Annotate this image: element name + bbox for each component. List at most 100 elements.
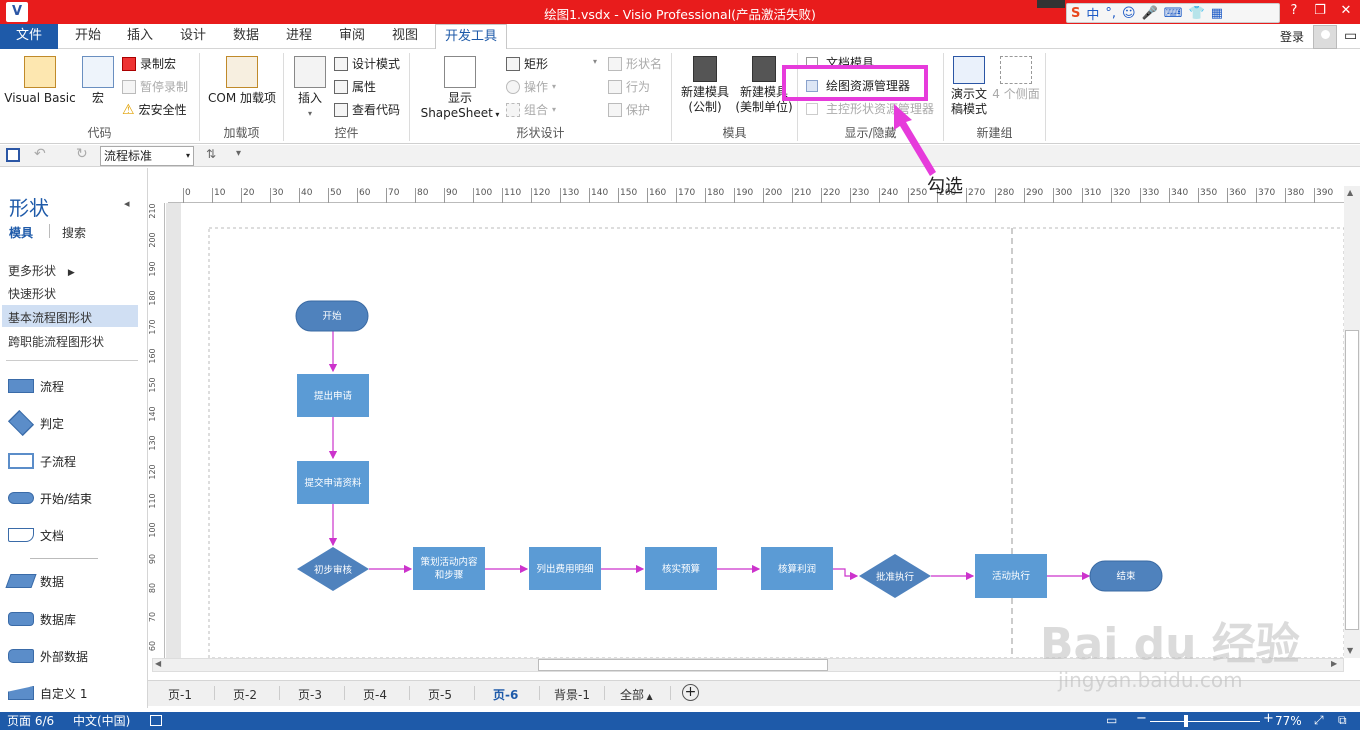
shape-document[interactable]: 文档 <box>8 524 64 546</box>
flow-execute[interactable]: 活动执行 <box>975 554 1047 598</box>
tab-search[interactable]: 搜索 <box>62 224 86 241</box>
scroll-down-icon[interactable]: ▼ <box>1347 646 1353 655</box>
page-tab-background-1[interactable]: 背景-1 <box>554 686 590 703</box>
punctuation-icon[interactable]: °, <box>1105 6 1116 21</box>
view-code-button[interactable]: 查看代码 <box>334 99 400 121</box>
emoji-icon[interactable]: ☺ <box>1122 6 1136 21</box>
cross-functional-stencil[interactable]: 跨职能流程图形状 <box>8 333 104 350</box>
switch-windows-icon[interactable]: ⧉ <box>1338 713 1347 728</box>
collapse-pane-icon[interactable]: ◂ <box>124 197 130 210</box>
design-mode-button[interactable]: 设计模式 <box>334 53 400 75</box>
macros-button[interactable]: 宏 <box>80 56 116 106</box>
signin-link[interactable]: 登录 <box>1280 28 1304 45</box>
rectangle-button[interactable]: 矩形 <box>506 53 548 75</box>
flow-plan[interactable]: 策划活动内容和步骤 <box>413 547 485 590</box>
page-tab-2[interactable]: 页-2 <box>233 686 257 703</box>
flow-profit[interactable]: 核算利润 <box>761 547 833 590</box>
redo-icon[interactable]: ↻ <box>76 146 88 162</box>
macro-record-icon[interactable] <box>150 715 162 726</box>
vertical-scroll-thumb[interactable] <box>1345 330 1359 630</box>
scroll-right-icon[interactable]: ▶ <box>1331 659 1337 668</box>
avatar[interactable] <box>1313 25 1337 49</box>
fit-page-icon[interactable]: ⤢ <box>1314 713 1324 728</box>
record-macro-button[interactable]: 录制宏 <box>122 53 176 75</box>
grid-icon[interactable]: ▦ <box>1211 6 1223 21</box>
keyboard-icon[interactable]: ⌨ <box>1164 6 1183 21</box>
flow-cost[interactable]: 列出费用明细 <box>529 547 601 590</box>
connector[interactable] <box>833 568 859 581</box>
skin-icon[interactable]: 👕 <box>1189 6 1205 21</box>
tab-design[interactable]: 设计 <box>171 24 215 49</box>
page-tab-1[interactable]: 页-1 <box>168 686 192 703</box>
zoom-slider-thumb[interactable] <box>1184 715 1188 727</box>
tab-process[interactable]: 进程 <box>277 24 321 49</box>
tab-insert[interactable]: 插入 <box>118 24 162 49</box>
scroll-up-icon[interactable]: ▲ <box>1347 188 1353 197</box>
four-sides-button[interactable]: 4 个侧面 <box>990 56 1042 102</box>
tab-home[interactable]: 开始 <box>66 24 110 49</box>
sogou-icon[interactable]: S <box>1071 6 1080 21</box>
tab-developer[interactable]: 开发工具 <box>435 24 507 50</box>
ime-toolbar[interactable]: S 中 °, ☺ 🎤 ⌨ 👕 ▦ <box>1066 3 1280 23</box>
show-shapesheet-button[interactable]: 显示 ShapeSheet ▾ <box>418 56 502 122</box>
scroll-left-icon[interactable]: ◀ <box>155 659 161 668</box>
help-button[interactable]: ? <box>1280 0 1308 24</box>
horizontal-scroll-thumb[interactable] <box>538 659 828 671</box>
status-page[interactable]: 页面 6/6 <box>7 712 54 730</box>
operation-button[interactable]: 操作 ▾ <box>506 76 556 98</box>
microphone-icon[interactable]: 🎤 <box>1142 6 1158 21</box>
zoom-level[interactable]: 77% <box>1275 712 1302 730</box>
undo-icon[interactable]: ↶ <box>34 146 46 162</box>
ribbon-options-icon[interactable]: ▭ <box>1344 28 1357 44</box>
flow-materials[interactable]: 提交申请资料 <box>297 461 369 504</box>
properties-button[interactable]: 属性 <box>334 76 376 98</box>
shape-data[interactable]: 数据 <box>5 570 64 592</box>
more-shapes-item[interactable]: 更多形状 ▶ <box>8 262 75 279</box>
status-language[interactable]: 中文(中国) <box>73 712 130 730</box>
shape-database[interactable]: 数据库 <box>8 608 76 630</box>
tab-stencils[interactable]: 模具 <box>9 224 33 241</box>
zoom-in-icon[interactable]: + <box>1263 711 1274 726</box>
presentation-mode-button[interactable]: 演示文 稿模式 <box>948 56 990 117</box>
insert-control-button[interactable]: 插入 ▾ <box>292 56 328 121</box>
shape-process[interactable]: 流程 <box>8 375 64 397</box>
flow-end[interactable]: 结束 <box>1089 560 1163 592</box>
shape-decision[interactable]: 判定 <box>7 409 64 437</box>
tab-data[interactable]: 数据 <box>224 24 268 49</box>
page-size-icon[interactable]: ⇅ <box>206 147 216 161</box>
flow-submit[interactable]: 提出申请 <box>297 374 369 417</box>
group-button[interactable]: 组合 ▾ <box>506 99 556 121</box>
customize-qat-icon[interactable]: ▾ <box>236 148 241 159</box>
presentation-view-icon[interactable]: ▭ <box>1106 713 1117 727</box>
shape-subprocess[interactable]: 子流程 <box>8 450 76 472</box>
shape-external-data[interactable]: 外部数据 <box>8 645 88 667</box>
page-tab-4[interactable]: 页-4 <box>363 686 387 703</box>
zoom-slider-track[interactable] <box>1150 721 1260 722</box>
new-stencil-metric-button[interactable]: 新建模具 (公制) <box>677 56 733 115</box>
tab-review[interactable]: 审阅 <box>330 24 374 49</box>
page-tab-all[interactable]: 全部 ▲ <box>620 686 653 703</box>
page-tab-6[interactable]: 页-6 <box>493 686 518 703</box>
pause-recording-button[interactable]: 暂停录制 <box>122 76 188 98</box>
rectangle-dropdown-icon[interactable]: ▾ <box>593 57 597 66</box>
visual-basic-button[interactable]: Visual Basic <box>4 56 76 106</box>
add-page-icon[interactable]: + <box>682 684 699 701</box>
theme-select[interactable]: 流程标准 ▾ <box>100 146 194 166</box>
com-addins-button[interactable]: COM 加载项 <box>204 56 280 106</box>
zoom-out-icon[interactable]: − <box>1136 711 1147 726</box>
page-tab-3[interactable]: 页-3 <box>298 686 322 703</box>
close-button[interactable]: ✕ <box>1332 0 1360 24</box>
save-icon[interactable] <box>6 148 20 162</box>
restore-button[interactable]: ❐ <box>1306 0 1334 24</box>
behavior-button[interactable]: 行为 <box>608 76 650 98</box>
macro-security-button[interactable]: ⚠ 宏安全性 <box>122 99 187 121</box>
flow-review[interactable]: 初步审核 <box>297 547 369 591</box>
quick-shapes-item[interactable]: 快速形状 <box>8 285 56 302</box>
ime-lang-toggle[interactable]: 中 <box>1086 4 1099 23</box>
shape-custom-1[interactable]: 自定义 1 <box>8 682 87 704</box>
flow-approve[interactable]: 批准执行 <box>859 554 931 598</box>
page-tab-5[interactable]: 页-5 <box>428 686 452 703</box>
basic-flowchart-stencil[interactable]: 基本流程图形状 <box>8 309 92 326</box>
flow-start[interactable]: 开始 <box>295 300 369 332</box>
flow-budget[interactable]: 核实预算 <box>645 547 717 590</box>
